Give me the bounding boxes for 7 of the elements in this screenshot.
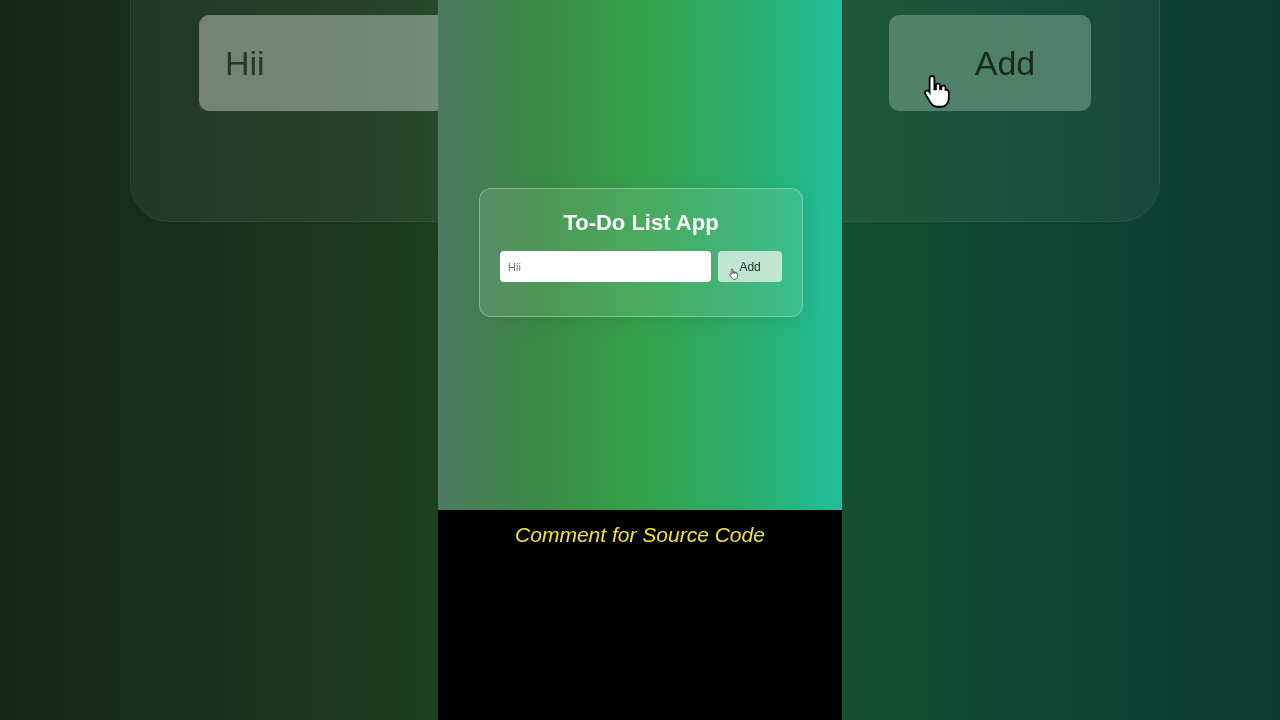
blurred-input-value: Hii [225, 43, 265, 83]
app-title: To-Do List App [562, 209, 720, 237]
task-input-field[interactable]: Hii [500, 251, 712, 282]
caption-text: Comment for Source Code [515, 523, 765, 547]
hand-cursor-icon [923, 73, 953, 109]
add-button[interactable]: Add [718, 251, 782, 282]
hand-cursor-icon [729, 268, 740, 280]
